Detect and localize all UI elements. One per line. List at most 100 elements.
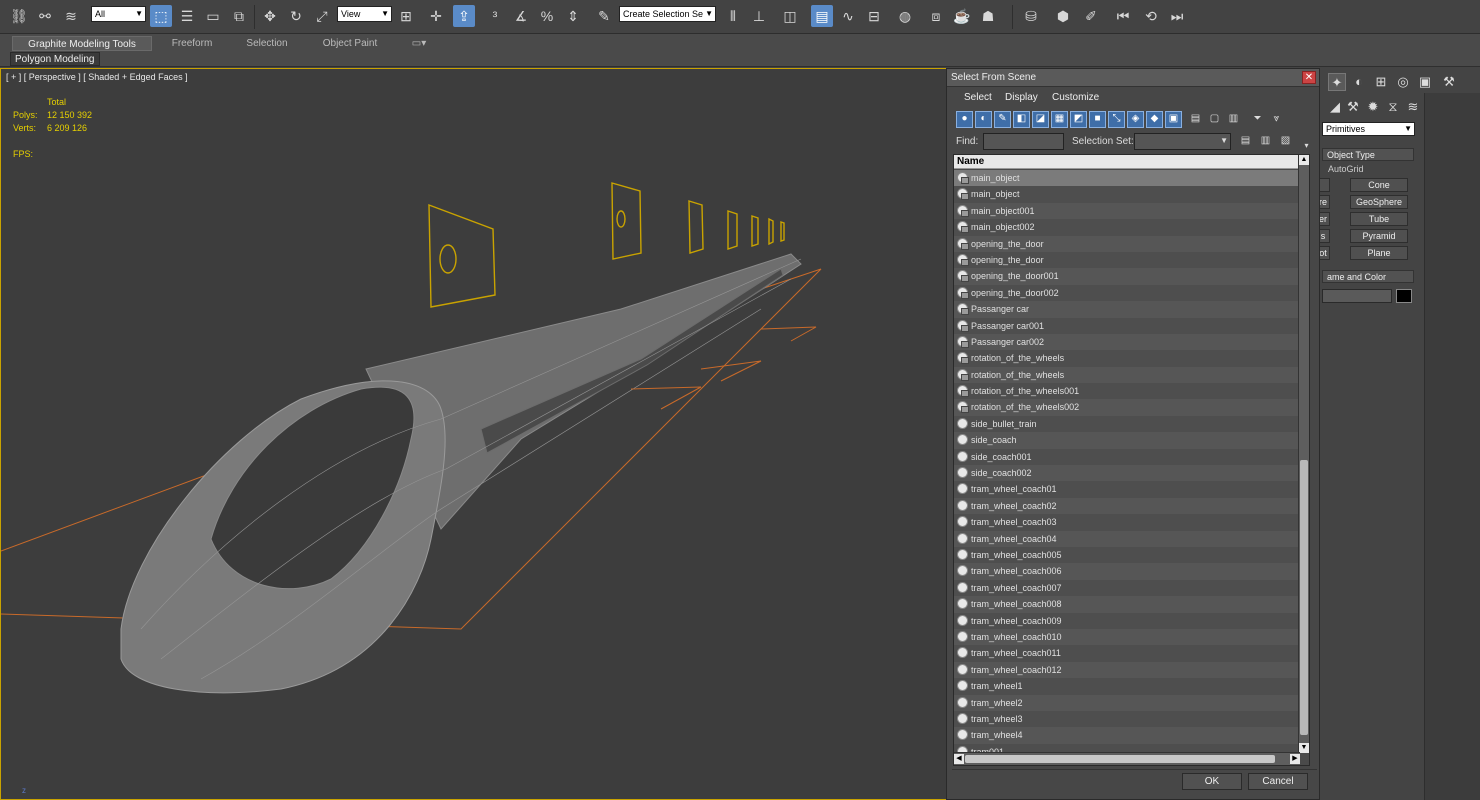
render-setup-icon[interactable]: ⧈ [925, 5, 947, 27]
list-item[interactable]: tram_wheel_coach03 [954, 514, 1300, 531]
primitives-dropdown[interactable]: Primitives ▼ [1322, 122, 1415, 136]
selection-set-dropdown[interactable]: ▼ [1134, 133, 1231, 150]
list-item[interactable]: tram_wheel_coach01 [954, 481, 1300, 498]
list-item[interactable]: tram_wheel_coach04 [954, 530, 1300, 547]
row-menu-chevron-icon[interactable]: ▾ [1298, 138, 1315, 155]
filter-spacewarps-icon[interactable]: ▦ [1051, 111, 1068, 128]
list-item[interactable]: side_coach002 [954, 465, 1300, 482]
pyramid-button[interactable]: Pyramid [1350, 229, 1408, 243]
list-item[interactable]: side_bullet_train [954, 415, 1300, 433]
edit-selection-set-icon[interactable]: ▧ [1277, 133, 1294, 150]
cancel-button[interactable]: Cancel [1248, 773, 1308, 790]
list-item[interactable]: tram_wheel_coach011 [954, 645, 1300, 662]
schematic-view-icon[interactable]: ⊟ [863, 5, 885, 27]
plane-button[interactable]: Plane [1350, 246, 1408, 260]
list-item[interactable]: tram_wheel_coach005 [954, 546, 1300, 564]
rendered-frame-icon[interactable]: ☕ [951, 5, 973, 27]
paint-tools-icon[interactable]: ✐ [1080, 5, 1102, 27]
list-item[interactable]: tram_wheel3 [954, 710, 1300, 728]
list-item[interactable]: main_object001 [954, 202, 1300, 220]
filter-containers-icon[interactable]: ◈ [1127, 111, 1144, 128]
display-tab-icon[interactable]: ▣ [1416, 73, 1434, 91]
scroll-down-arrow-icon[interactable]: ▼ [1299, 743, 1309, 753]
name-and-color-rollout[interactable]: ame and Color [1322, 270, 1414, 283]
tab-graphite-modeling-tools[interactable]: Graphite Modeling Tools [12, 36, 152, 51]
named-selection-dropdown[interactable]: Create Selection Se ▼ [619, 6, 716, 22]
list-item[interactable]: rotation_of_the_wheels001 [954, 383, 1300, 400]
list-item[interactable]: tram_wheel2 [954, 694, 1300, 711]
bind-space-warp-icon[interactable]: ≋ [60, 5, 82, 27]
object-color-swatch[interactable] [1396, 289, 1412, 303]
list-item[interactable]: tram_wheel_coach010 [954, 628, 1300, 646]
rotate-icon[interactable]: ↻ [285, 5, 307, 27]
list-item[interactable]: Passanger car002 [954, 333, 1300, 351]
close-icon[interactable]: ✕ [1302, 71, 1316, 84]
geometry-icon[interactable]: ◢ [1326, 98, 1344, 116]
layer-manager-icon[interactable]: ◫ [779, 5, 801, 27]
curve-editor-icon[interactable]: ∿ [837, 5, 859, 27]
ribbon-options-icon[interactable]: ▭▾ [405, 36, 433, 51]
hierarchy-tab-icon[interactable]: ⊞ [1372, 73, 1390, 91]
filter-frozen-icon[interactable]: ◆ [1146, 111, 1163, 128]
link-icon[interactable]: ⛓ [8, 5, 30, 27]
move-icon[interactable]: ✥ [259, 5, 281, 27]
list-item[interactable]: tram_wheel_coach012 [954, 661, 1300, 679]
scroll-right-arrow-icon[interactable]: ▶ [1290, 754, 1300, 764]
window-crossing-icon[interactable]: ⧉ [228, 5, 250, 27]
filter-lights-icon[interactable]: ✎ [994, 111, 1011, 128]
list-item[interactable]: opening_the_door [954, 235, 1300, 252]
cone-button[interactable]: Cone [1350, 178, 1408, 192]
tab-object-paint[interactable]: Object Paint [308, 36, 392, 51]
next-frame-icon[interactable]: ⏭ [1166, 5, 1188, 27]
scroll-left-arrow-icon[interactable]: ◀ [954, 754, 964, 764]
filter-cameras-icon[interactable]: ◧ [1013, 111, 1030, 128]
edit-named-selection-icon[interactable]: ✎ [593, 5, 615, 27]
play-animation-icon[interactable]: ⟲ [1140, 5, 1162, 27]
list-item[interactable]: tram_wheel_coach009 [954, 612, 1300, 629]
filter-geometry-icon[interactable]: ● [956, 111, 973, 128]
dialog-titlebar[interactable]: Select From Scene ✕ [947, 69, 1319, 87]
cameras-icon[interactable]: ⧖ [1384, 98, 1402, 116]
filter-groups-icon[interactable]: ◩ [1070, 111, 1087, 128]
create-tab-icon[interactable]: ✦ [1328, 73, 1346, 91]
filter-shapes-icon[interactable]: ◐ [975, 111, 992, 128]
list-item[interactable]: side_coach001 [954, 448, 1300, 466]
pivot-center-icon[interactable]: ⊞ [395, 5, 417, 27]
ok-button[interactable]: OK [1182, 773, 1242, 790]
list-item[interactable]: opening_the_door001 [954, 268, 1300, 285]
filter-xrefs-icon[interactable]: ■ [1089, 111, 1106, 128]
display-none-icon[interactable]: ▢ [1206, 111, 1223, 128]
list-item[interactable]: rotation_of_the_wheels [954, 366, 1300, 384]
list-item[interactable]: side_coach [954, 432, 1300, 449]
list-item[interactable]: main_object [954, 186, 1300, 203]
filter-settings-icon[interactable]: ⩔ [1268, 111, 1285, 128]
create-selection-set-icon[interactable]: ▤ [1237, 133, 1254, 150]
menu-display[interactable]: Display [1005, 92, 1038, 103]
vertical-scroll-thumb[interactable] [1300, 460, 1308, 735]
list-item[interactable]: rotation_of_the_wheels [954, 350, 1300, 367]
list-item[interactable]: Passanger car [954, 301, 1300, 318]
filter-funnel-icon[interactable]: ⏷ [1249, 111, 1266, 128]
material-editor-icon[interactable]: ◍ [894, 5, 916, 27]
list-item[interactable]: Passanger car001 [954, 317, 1300, 334]
tab-freeform[interactable]: Freeform [158, 36, 226, 51]
reference-coord-dropdown[interactable]: View ▼ [337, 6, 392, 22]
list-item[interactable]: tram_wheel_coach008 [954, 596, 1300, 613]
ribbon-panel-polygon-modeling[interactable]: Polygon Modeling [10, 52, 100, 66]
cube-tools-icon[interactable]: ⬢ [1052, 5, 1074, 27]
keyboard-shortcut-override-icon[interactable]: ⇪ [453, 5, 475, 27]
shapes-icon[interactable]: ⚒ [1344, 98, 1362, 116]
animation-keys-icon[interactable]: ⏮ [1112, 5, 1134, 27]
menu-select[interactable]: Select [964, 92, 992, 103]
spinner-snap-icon[interactable]: ⇕ [562, 5, 584, 27]
display-invert-icon[interactable]: ▥ [1225, 111, 1242, 128]
mirror-icon[interactable]: ⫴ [722, 5, 744, 27]
snaps-toggle-icon[interactable]: ³ [484, 5, 506, 27]
unlink-icon[interactable]: ⚯ [34, 5, 56, 27]
lights-icon[interactable]: ✹ [1364, 98, 1382, 116]
utilities-tab-icon[interactable]: ⚒ [1440, 73, 1458, 91]
select-object-icon[interactable]: ⬚ [150, 5, 172, 27]
percent-snap-icon[interactable]: % [536, 5, 558, 27]
selection-filter-dropdown[interactable]: All ▼ [91, 6, 146, 22]
horizontal-scrollbar[interactable]: ◀ ▶ [954, 752, 1300, 765]
